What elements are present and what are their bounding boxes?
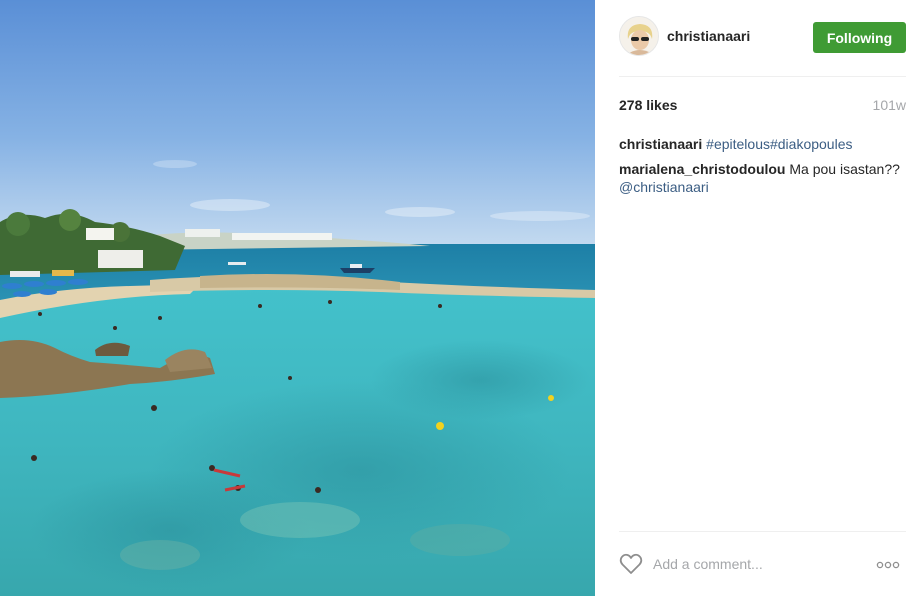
list-item: marialena_christodoulou Ma pou isastan??… xyxy=(619,160,906,196)
caption-comment: christianaari #epitelous#diakopoules xyxy=(619,135,906,153)
divider xyxy=(619,76,906,77)
comments-list: christianaari #epitelous#diakopoules mar… xyxy=(619,135,906,203)
comment-text: Ma pou isastan?? xyxy=(789,161,900,177)
more-options-icon[interactable] xyxy=(876,558,900,572)
hashtag-link[interactable]: #epitelous#diakopoules xyxy=(706,136,852,152)
post-age[interactable]: 101w xyxy=(873,97,906,113)
comment-username[interactable]: marialena_christodoulou xyxy=(619,161,785,177)
post-side-panel: christianaari Following 278 likes 101w c… xyxy=(595,0,912,596)
comment-bar xyxy=(619,552,906,578)
heart-icon[interactable] xyxy=(619,553,643,575)
post-header: christianaari Following xyxy=(619,16,906,56)
divider xyxy=(619,531,906,532)
add-comment-input[interactable] xyxy=(653,552,863,576)
post-author-username[interactable]: christianaari xyxy=(667,28,750,44)
likes-count[interactable]: 278 likes xyxy=(619,97,677,113)
mention-link[interactable]: @christianaari xyxy=(619,179,709,195)
avatar[interactable] xyxy=(619,16,659,56)
comment-username[interactable]: christianaari xyxy=(619,136,702,152)
post-photo[interactable] xyxy=(0,0,595,596)
following-button[interactable]: Following xyxy=(813,22,906,53)
